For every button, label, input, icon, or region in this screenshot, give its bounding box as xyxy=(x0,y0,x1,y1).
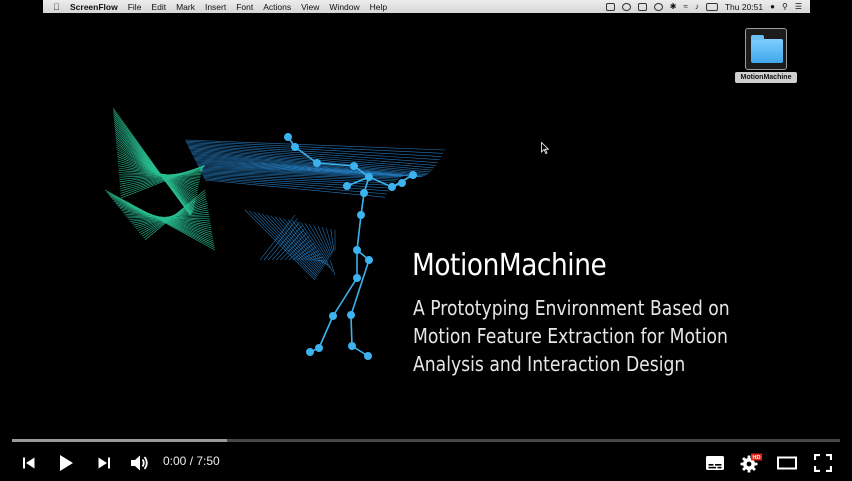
play-icon xyxy=(60,455,73,471)
gear-icon: HD xyxy=(740,453,762,473)
previous-button[interactable] xyxy=(18,452,40,474)
menu-item-app: ScreenFlow xyxy=(70,1,118,12)
slide-subtitle: A Prototyping Environment Based on Motio… xyxy=(413,294,774,378)
status-icon-3 xyxy=(637,2,647,11)
duration: 7:50 xyxy=(196,454,220,468)
progress-bar[interactable] xyxy=(12,439,840,442)
player-controls: 0:00 / 7:50 HD xyxy=(0,436,852,481)
mac-menubar:  ScreenFlow File Edit Mark Insert Font … xyxy=(43,0,810,13)
subtitles-button[interactable] xyxy=(704,452,726,474)
previous-icon xyxy=(23,457,35,469)
time-separator: / xyxy=(186,454,197,468)
fullscreen-button[interactable] xyxy=(812,452,834,474)
menu-item-window: Window xyxy=(329,1,360,12)
play-button[interactable] xyxy=(55,452,77,474)
fullscreen-icon xyxy=(814,454,832,472)
progress-loaded xyxy=(12,439,228,442)
folder-label: MotionMachine xyxy=(735,72,797,83)
current-time: 0:00 xyxy=(163,454,187,468)
apple-icon:  xyxy=(53,2,63,12)
wifi-icon: ≈ xyxy=(683,2,688,11)
theater-mode-button[interactable] xyxy=(776,452,798,474)
subtitle-line: Analysis and Interaction Design xyxy=(413,352,686,376)
subtitle-line: A Prototyping Environment Based on xyxy=(413,296,730,320)
battery-icon xyxy=(705,2,718,11)
bluetooth-icon: ✱ xyxy=(669,2,677,11)
mouse-cursor-icon xyxy=(541,142,549,154)
status-icon-2 xyxy=(621,2,631,11)
next-button[interactable] xyxy=(93,452,115,474)
hd-badge-text: HD xyxy=(753,455,761,461)
desktop-folder: MotionMachine xyxy=(735,28,797,86)
notification-center-icon: ☰ xyxy=(794,2,802,11)
screenflow-status-icon xyxy=(605,2,615,11)
menu-item-mark: Mark xyxy=(176,1,195,12)
menu-item-font: Font xyxy=(236,1,254,12)
motion-trail-green xyxy=(104,107,216,251)
next-icon xyxy=(98,457,110,469)
time-display: 0:00 / 7:50 xyxy=(163,454,220,468)
spotlight-icon: ⚲ xyxy=(781,2,788,11)
motion-capture-illustration xyxy=(104,107,446,361)
user-icon: ● xyxy=(770,2,775,11)
settings-button[interactable]: HD xyxy=(740,452,762,474)
theater-mode-icon xyxy=(777,456,797,470)
subtitle-line: Motion Feature Extraction for Motion xyxy=(413,324,728,348)
menu-item-view: View xyxy=(301,1,320,12)
folder-icon xyxy=(745,28,787,70)
menu-item-edit: Edit xyxy=(151,1,167,12)
video-player[interactable]:  ScreenFlow File Edit Mark Insert Font … xyxy=(0,0,852,481)
menu-item-file: File xyxy=(127,1,142,12)
menu-item-actions: Actions xyxy=(263,1,292,12)
subtitles-icon xyxy=(706,456,724,470)
menu-item-insert: Insert xyxy=(204,1,227,12)
volume-button[interactable] xyxy=(129,452,151,474)
menubar-clock: Thu 20:51 xyxy=(724,1,764,12)
volume-icon xyxy=(131,455,148,471)
status-icon-4 xyxy=(653,2,663,11)
menu-item-help: Help xyxy=(369,1,388,12)
volume-icon: ♪ xyxy=(694,2,699,11)
slide-title: MotionMachine xyxy=(412,248,607,283)
